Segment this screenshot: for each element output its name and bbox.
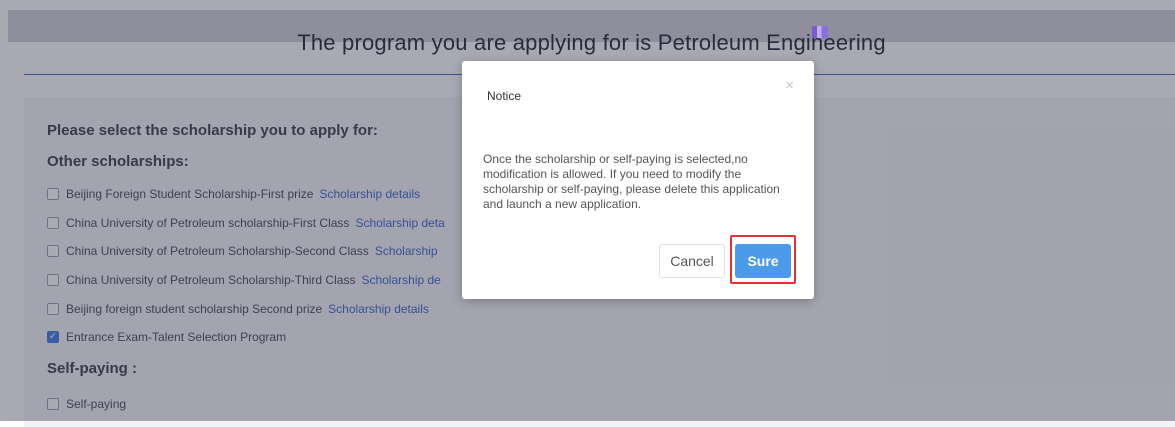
sure-button[interactable]: Sure xyxy=(735,244,791,278)
dialog-title: Notice xyxy=(487,89,522,103)
cursor-icon xyxy=(812,26,828,38)
notice-dialog: Notice × Once the scholarship or self-pa… xyxy=(462,61,814,299)
close-icon[interactable]: × xyxy=(785,77,794,94)
dialog-message: Once the scholarship or self-paying is s… xyxy=(483,152,780,211)
cancel-button[interactable]: Cancel xyxy=(659,244,725,278)
